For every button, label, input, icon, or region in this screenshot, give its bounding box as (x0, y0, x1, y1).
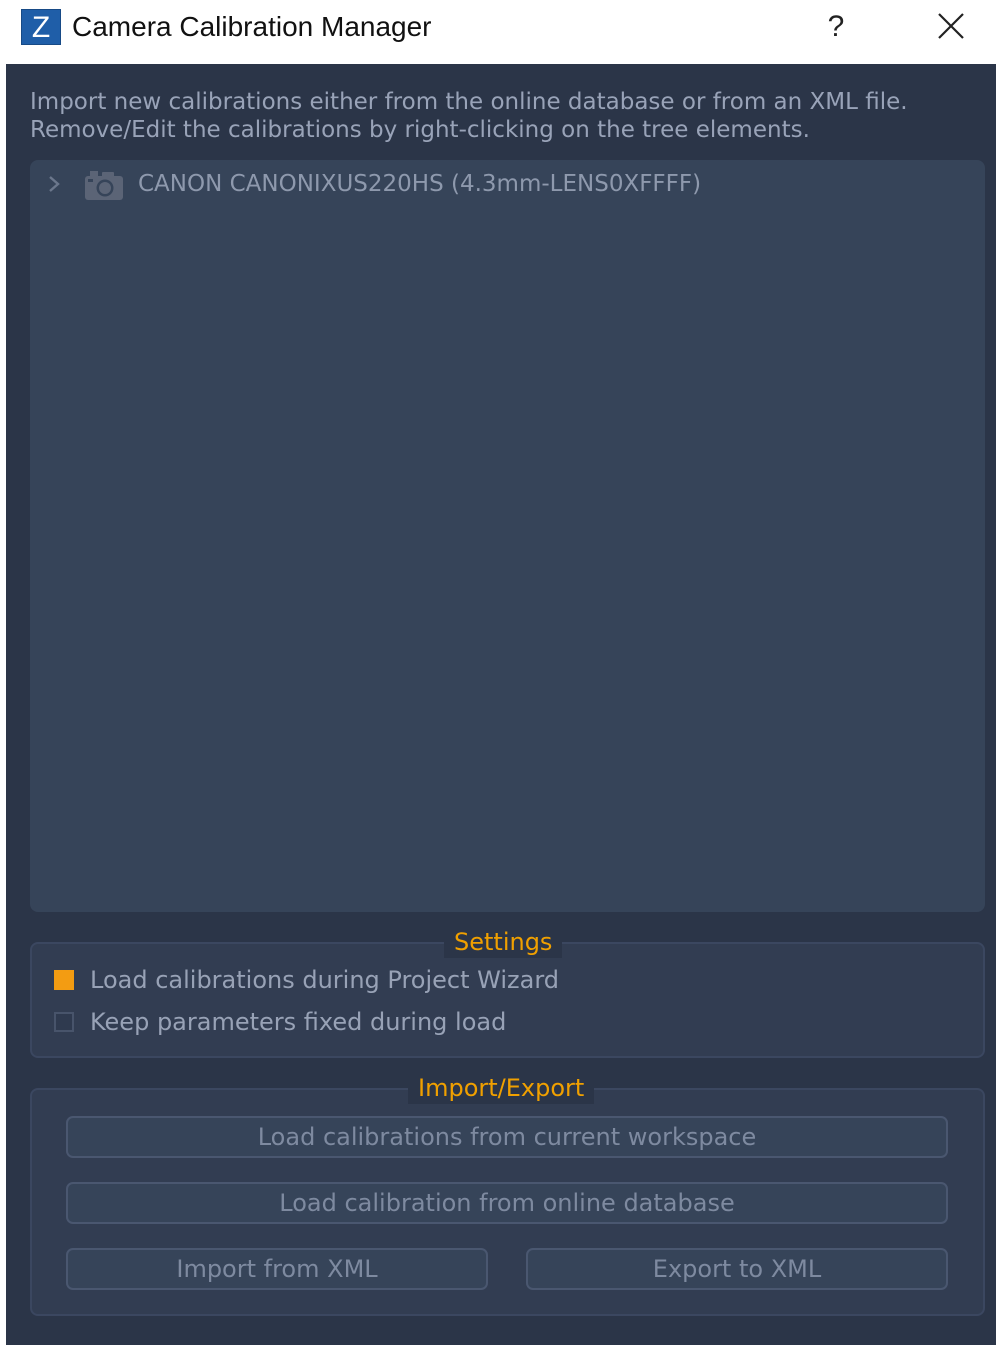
camera-calibration-manager-window: Z Camera Calibration Manager ? Import ne… (0, 0, 996, 1345)
load-from-online-database-button[interactable]: Load calibration from online database (66, 1182, 948, 1224)
keep-parameters-fixed-label: Keep parameters fixed during load (90, 1008, 507, 1036)
instructions-text: Import new calibrations either from the … (30, 88, 996, 144)
settings-group-title: Settings (444, 926, 563, 958)
settings-group: Settings Load calibrations during Projec… (30, 926, 985, 1058)
camera-icon (82, 168, 126, 202)
instructions-line-1: Import new calibrations either from the … (30, 89, 908, 115)
close-icon (938, 13, 964, 39)
app-logo-icon: Z (21, 9, 61, 45)
import-export-group: Import/Export Load calibrations from cur… (30, 1072, 985, 1316)
window-title: Camera Calibration Manager (72, 11, 432, 42)
title-bar: Z Camera Calibration Manager ? (0, 0, 996, 64)
load-from-workspace-button[interactable]: Load calibrations from current workspace (66, 1116, 948, 1158)
calibration-tree[interactable]: CANON CANONIXUS220HS (4.3mm-LENS0XFFFF) (30, 160, 985, 912)
load-during-wizard-label: Load calibrations during Project Wizard (90, 966, 560, 994)
export-to-xml-button[interactable]: Export to XML (526, 1248, 948, 1290)
import-from-xml-button[interactable]: Import from XML (66, 1248, 488, 1290)
help-button[interactable]: ? (812, 4, 860, 50)
tree-item-label: CANON CANONIXUS220HS (4.3mm-LENS0XFFFF) (138, 171, 702, 197)
chevron-right-icon[interactable] (46, 174, 62, 194)
import-export-group-title: Import/Export (408, 1072, 595, 1104)
tree-item-camera[interactable]: CANON CANONIXUS220HS (4.3mm-LENS0XFFFF) (30, 164, 985, 204)
instructions-line-2: Remove/Edit the calibrations by right-cl… (30, 117, 810, 143)
close-button[interactable] (926, 4, 976, 50)
keep-parameters-fixed-checkbox[interactable] (54, 1012, 74, 1032)
dialog-body: Import new calibrations either from the … (6, 64, 996, 1345)
load-during-wizard-checkbox[interactable] (54, 970, 74, 990)
